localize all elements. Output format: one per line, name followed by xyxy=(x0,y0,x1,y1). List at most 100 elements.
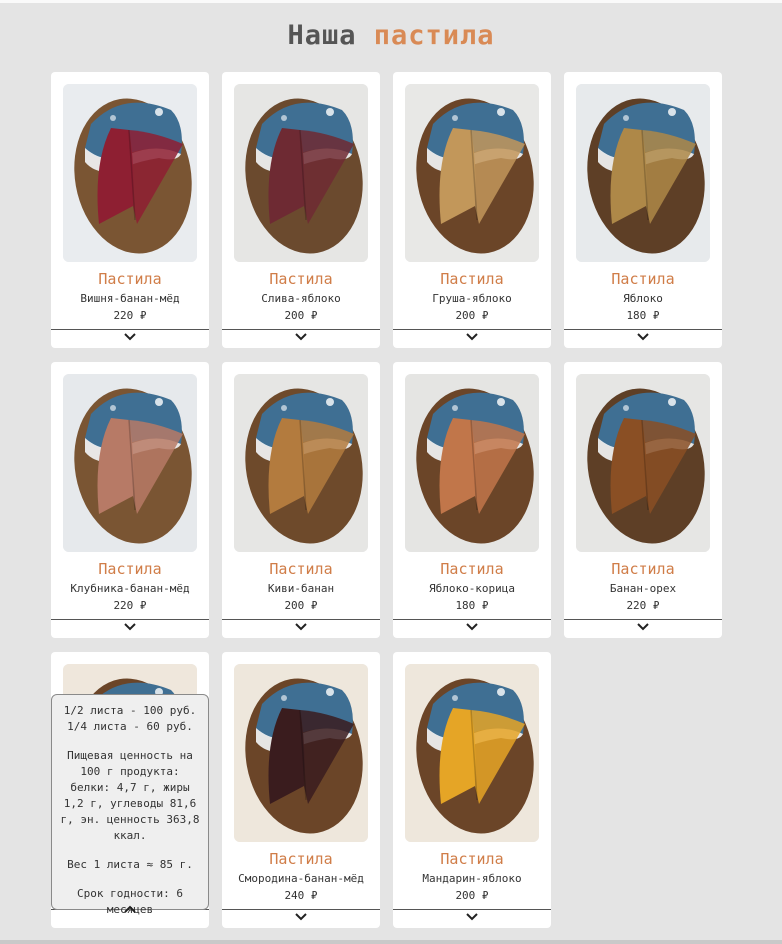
product-card[interactable]: Пастила Груша-яблоко 200 ₽ xyxy=(393,72,551,348)
product-flavor: Мандарин-яблоко xyxy=(422,872,522,885)
product-photo-art xyxy=(63,84,197,262)
divider xyxy=(222,329,380,330)
expand-details-button[interactable] xyxy=(51,621,209,635)
product-card[interactable]: Пастила Вишня-банан-мёд 220 ₽ xyxy=(51,72,209,348)
product-flavor: Слива-яблоко xyxy=(261,292,341,305)
chevron-down-icon xyxy=(295,623,307,631)
product-card[interactable]: Пастила Клубника-банан-мёд 220 ₽ xyxy=(51,362,209,638)
product-photo xyxy=(576,374,710,552)
nutrition-info: Пищевая ценность на 100 г продукта: белк… xyxy=(60,749,200,842)
divider xyxy=(51,329,209,330)
price-quarter-sheet: 1/4 листа - 60 руб. xyxy=(67,720,193,733)
product-photo xyxy=(576,84,710,262)
expand-details-button[interactable] xyxy=(222,331,380,345)
product-price: 240 ₽ xyxy=(284,889,318,902)
product-flavor: Банан-орех xyxy=(609,582,677,595)
product-photo xyxy=(234,664,368,842)
bottom-border xyxy=(0,940,782,944)
divider xyxy=(564,619,722,620)
product-photo xyxy=(405,374,539,552)
product-category: Пастила xyxy=(440,850,504,868)
product-card[interactable]: Пастила Слива-яблоко 200 ₽ xyxy=(222,72,380,348)
product-price: 220 ₽ xyxy=(626,599,660,612)
product-category: Пастила xyxy=(98,270,162,288)
expand-details-button[interactable] xyxy=(564,621,722,635)
expand-details-button[interactable] xyxy=(222,911,380,925)
product-price: 200 ₽ xyxy=(455,309,489,322)
chevron-down-icon xyxy=(637,623,649,631)
product-price: 200 ₽ xyxy=(284,599,318,612)
product-card[interactable]: Пастила Мандарин-яблоко 200 ₽ xyxy=(393,652,551,928)
chevron-down-icon xyxy=(466,913,478,921)
product-flavor: Клубника-банан-мёд xyxy=(70,582,190,595)
product-photo xyxy=(405,664,539,842)
product-card[interactable]: Пастила Киви-банан 200 ₽ xyxy=(222,362,380,638)
product-flavor: Вишня-банан-мёд xyxy=(80,292,180,305)
product-photo xyxy=(63,374,197,552)
product-photo xyxy=(405,84,539,262)
expand-details-button[interactable] xyxy=(222,621,380,635)
chevron-down-icon xyxy=(295,913,307,921)
product-price: 220 ₽ xyxy=(113,599,147,612)
chevron-up-icon xyxy=(124,905,136,913)
price-half-sheet: 1/2 листа - 100 руб. xyxy=(63,704,197,717)
collapse-button[interactable] xyxy=(52,903,208,915)
product-photo-art xyxy=(576,374,710,552)
divider xyxy=(51,619,209,620)
product-photo-art xyxy=(576,84,710,262)
product-photo-art xyxy=(234,84,368,262)
product-price: 180 ₽ xyxy=(626,309,660,322)
product-flavor: Яблоко-корица xyxy=(428,582,516,595)
product-photo-art xyxy=(63,374,197,552)
product-category: Пастила xyxy=(269,270,333,288)
product-category: Пастила xyxy=(440,270,504,288)
product-price: 180 ₽ xyxy=(455,599,489,612)
divider xyxy=(564,329,722,330)
expand-details-button[interactable] xyxy=(393,331,551,345)
expand-details-button[interactable] xyxy=(51,331,209,345)
product-details-popup: 1/2 листа - 100 руб. 1/4 листа - 60 руб.… xyxy=(51,694,209,916)
expand-details-button[interactable] xyxy=(393,621,551,635)
page-title-part2: пастила xyxy=(373,20,495,51)
product-price: 200 ₽ xyxy=(284,309,318,322)
product-flavor: Смородина-банан-мёд xyxy=(238,872,364,885)
page-title-part1: Наша xyxy=(287,20,357,51)
product-card[interactable]: Пастила Банан-орех 220 ₽ xyxy=(564,362,722,638)
divider xyxy=(393,329,551,330)
product-photo xyxy=(63,84,197,262)
page-title: Наша пастила xyxy=(0,20,782,51)
product-photo xyxy=(234,84,368,262)
product-photo-art xyxy=(234,664,368,842)
chevron-down-icon xyxy=(295,333,307,341)
product-photo-art xyxy=(405,84,539,262)
divider xyxy=(393,909,551,910)
sheet-weight: Вес 1 листа ≈ 85 г. xyxy=(67,858,193,871)
product-card[interactable]: Пастила Смородина-банан-мёд 240 ₽ xyxy=(222,652,380,928)
product-photo-art xyxy=(405,664,539,842)
chevron-down-icon xyxy=(637,333,649,341)
expand-details-button[interactable] xyxy=(393,911,551,925)
product-flavor: Киви-банан xyxy=(267,582,335,595)
product-price: 220 ₽ xyxy=(113,309,147,322)
top-border xyxy=(0,0,782,3)
divider xyxy=(393,619,551,620)
product-category: Пастила xyxy=(269,560,333,578)
product-price: 200 ₽ xyxy=(455,889,489,902)
product-category: Пастила xyxy=(440,560,504,578)
product-flavor: Груша-яблоко xyxy=(432,292,512,305)
product-category: Пастила xyxy=(269,850,333,868)
chevron-down-icon xyxy=(466,333,478,341)
product-photo-art xyxy=(405,374,539,552)
product-photo xyxy=(234,374,368,552)
divider xyxy=(222,909,380,910)
chevron-down-icon xyxy=(124,623,136,631)
expand-details-button[interactable] xyxy=(564,331,722,345)
product-card[interactable]: Пастила Яблоко-корица 180 ₽ xyxy=(393,362,551,638)
product-card[interactable]: Пастила Яблоко 180 ₽ xyxy=(564,72,722,348)
chevron-down-icon xyxy=(466,623,478,631)
chevron-down-icon xyxy=(124,333,136,341)
product-category: Пастила xyxy=(611,560,675,578)
divider xyxy=(222,619,380,620)
product-flavor: Яблоко xyxy=(623,292,663,305)
product-category: Пастила xyxy=(98,560,162,578)
